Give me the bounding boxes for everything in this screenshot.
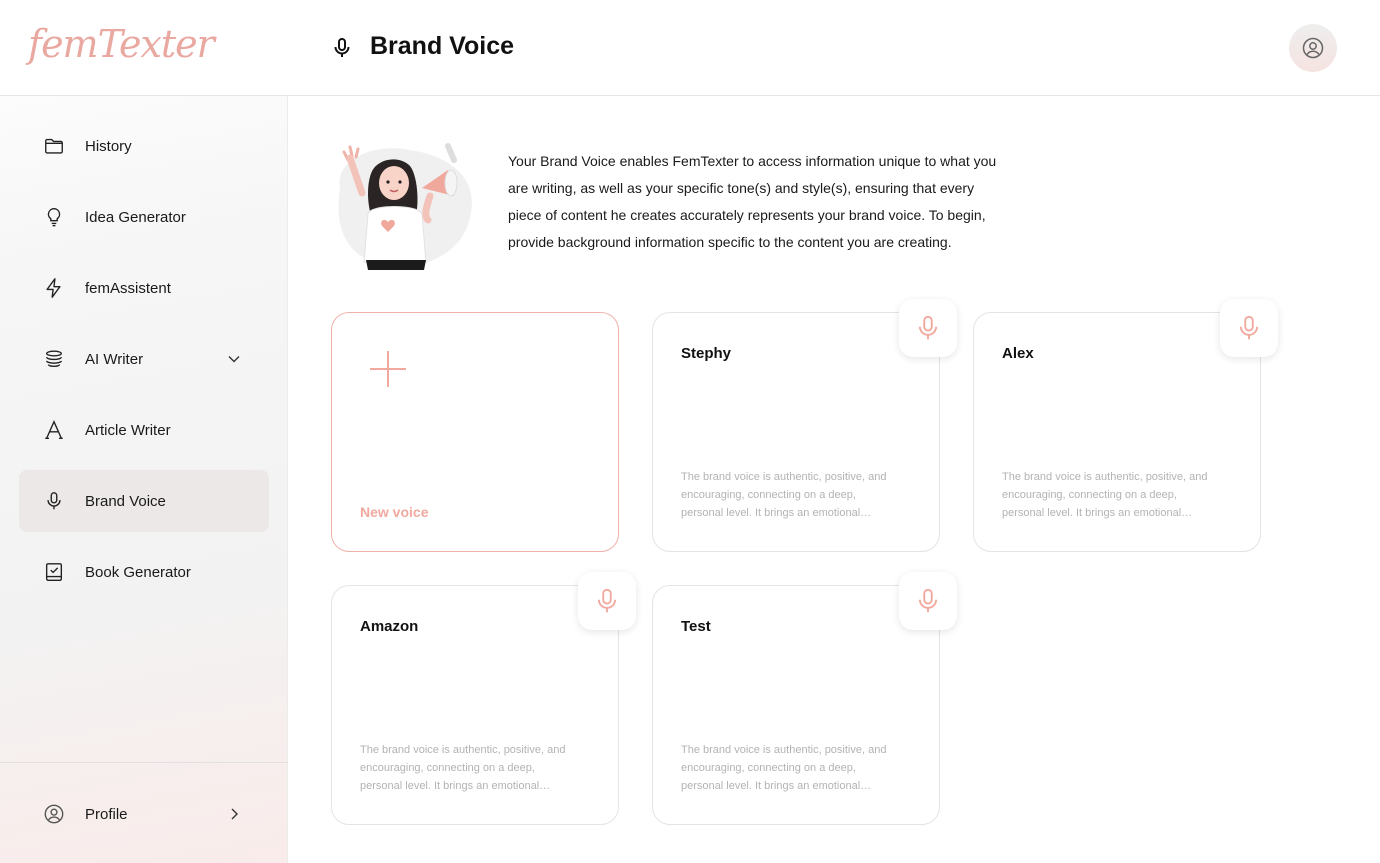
voice-card-mic-button[interactable] xyxy=(899,572,957,630)
sidebar-item-label: Book Generator xyxy=(85,563,191,581)
microphone-icon xyxy=(43,490,65,512)
voice-card[interactable]: Amazon The brand voice is authentic, pos… xyxy=(331,572,636,825)
sidebar-item-label: Article Writer xyxy=(85,421,171,439)
voice-card-title: Amazon xyxy=(360,618,419,635)
user-avatar-button[interactable] xyxy=(1289,24,1337,72)
user-circle-icon xyxy=(43,803,65,825)
layers-icon xyxy=(43,348,65,370)
voice-card-title: Stephy xyxy=(681,345,732,362)
microphone-icon xyxy=(918,315,938,340)
sidebar-item-history[interactable]: History xyxy=(19,115,269,177)
plus-icon xyxy=(370,351,406,387)
voice-card-title: Test xyxy=(681,618,711,635)
user-circle-icon xyxy=(1302,37,1324,59)
sidebar-item-profile[interactable]: Profile xyxy=(19,783,269,845)
voice-card-description: The brand voice is authentic, positive, … xyxy=(681,744,887,792)
microphone-icon xyxy=(334,38,350,57)
sidebar-item-label: History xyxy=(85,137,132,155)
sidebar-item-article-writer[interactable]: Article Writer xyxy=(19,399,269,461)
sidebar-nav: History Idea Generator femAssistent AI W… xyxy=(19,115,269,612)
chevron-right-icon[interactable] xyxy=(227,807,241,821)
voice-card-mic-button[interactable] xyxy=(578,572,636,630)
voice-card-description: The brand voice is authentic, positive, … xyxy=(360,744,566,792)
voice-card-mic-button[interactable] xyxy=(899,299,957,357)
voice-card-title: Alex xyxy=(1002,345,1034,362)
sidebar: femTexter History Idea Generator femAssi… xyxy=(0,0,288,863)
sidebar-item-label: Brand Voice xyxy=(85,492,166,510)
page-header: Brand Voice xyxy=(288,0,1380,96)
sidebar-item-book-generator[interactable]: Book Generator xyxy=(19,541,269,603)
lightning-icon xyxy=(43,277,65,299)
microphone-icon xyxy=(1239,315,1259,340)
sidebar-footer: Profile xyxy=(0,762,288,863)
app-logo[interactable]: femTexter xyxy=(28,22,215,66)
chevron-down-icon[interactable] xyxy=(227,352,241,366)
voice-card-description: The brand voice is authentic, positive, … xyxy=(1002,471,1208,519)
microphone-icon xyxy=(597,588,617,613)
letter-a-icon xyxy=(43,419,65,441)
page-title: Brand Voice xyxy=(370,32,515,60)
folder-icon xyxy=(43,135,65,157)
sidebar-item-label: Idea Generator xyxy=(85,208,186,226)
voice-card-description: The brand voice is authentic, positive, … xyxy=(681,471,887,519)
lightbulb-icon xyxy=(43,206,65,228)
sidebar-item-label: AI Writer xyxy=(85,350,144,368)
sidebar-item-brand-voice[interactable]: Brand Voice xyxy=(19,470,269,532)
woman-megaphone-illustration xyxy=(338,143,472,270)
microphone-icon xyxy=(918,588,938,613)
sidebar-item-idea-generator[interactable]: Idea Generator xyxy=(19,186,269,248)
sidebar-item-femassistent[interactable]: femAssistent xyxy=(19,257,269,319)
sidebar-item-ai-writer[interactable]: AI Writer xyxy=(19,328,269,390)
profile-label: Profile xyxy=(85,805,128,823)
voice-card[interactable]: Alex The brand voice is authentic, posit… xyxy=(973,299,1278,552)
new-voice-label: New voice xyxy=(360,504,429,520)
logo-area: femTexter xyxy=(0,0,288,96)
book-icon xyxy=(43,561,65,583)
intro-description: Your Brand Voice enables FemTexter to ac… xyxy=(508,153,997,250)
sidebar-item-label: femAssistent xyxy=(85,279,171,297)
voice-card[interactable]: Stephy The brand voice is authentic, pos… xyxy=(652,299,957,552)
new-voice-card[interactable]: New voice xyxy=(331,312,619,552)
voice-card[interactable]: Test The brand voice is authentic, posit… xyxy=(652,572,957,825)
voice-card-mic-button[interactable] xyxy=(1220,299,1278,357)
